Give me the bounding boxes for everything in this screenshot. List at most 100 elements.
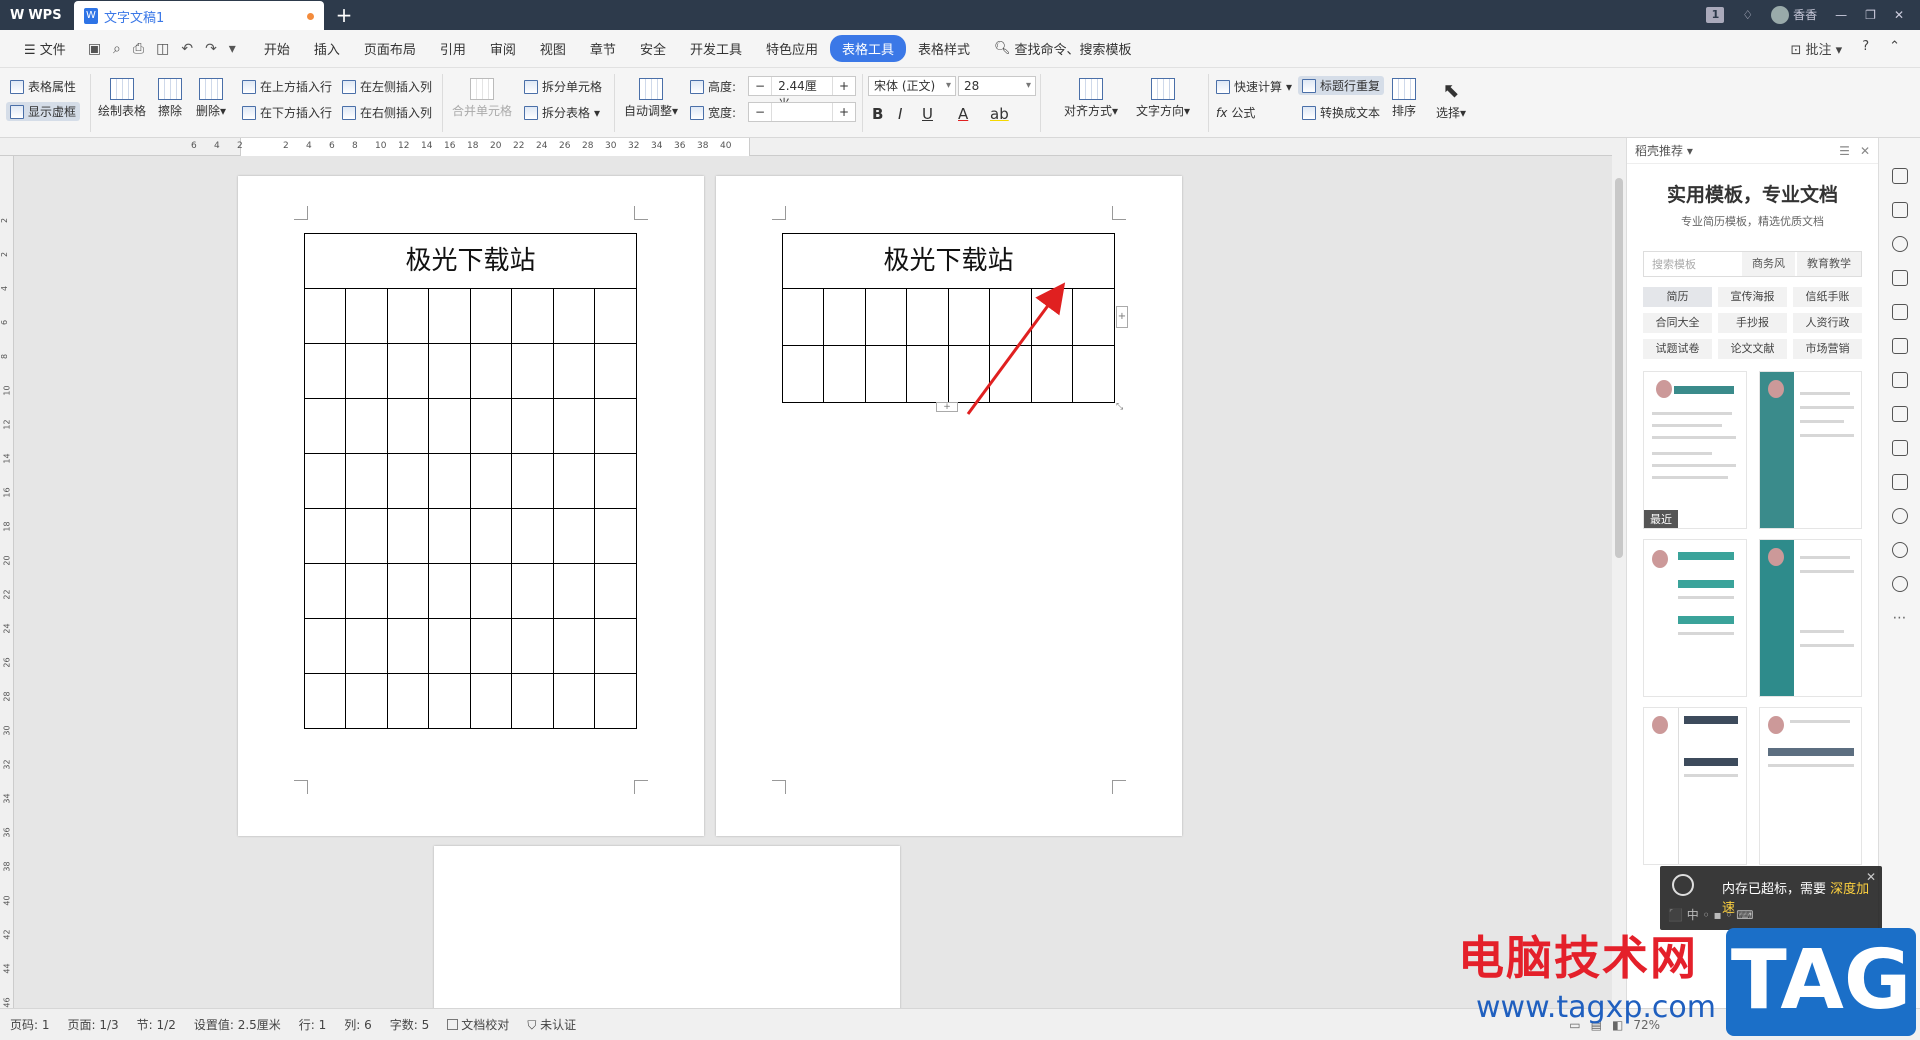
template-thumbnail[interactable] [1758, 707, 1862, 865]
table-cell[interactable] [1072, 288, 1115, 346]
show-gridlines-button[interactable]: 显示虚框 [6, 102, 81, 121]
table-cell[interactable] [386, 288, 430, 344]
table-cell[interactable] [823, 288, 866, 346]
table-cell[interactable] [303, 398, 347, 454]
table-title-cell[interactable]: 极光下载站 [304, 233, 637, 289]
share-icon[interactable] [1891, 406, 1908, 422]
underline-button[interactable]: U [922, 105, 933, 123]
table-cell[interactable] [428, 453, 471, 509]
table-cell[interactable] [345, 288, 388, 344]
row-height-value[interactable]: 2.44厘米 [771, 77, 833, 111]
page-3[interactable] [434, 846, 900, 1008]
template-thumbnail[interactable] [1758, 371, 1862, 529]
insert-row-below-button[interactable]: 在下方插入行 [242, 104, 332, 121]
formula-button[interactable]: fx 公式 [1216, 104, 1255, 121]
table-cell[interactable] [864, 288, 908, 346]
template-category[interactable]: 宣传海报 [1718, 287, 1787, 307]
vertical-scrollbar[interactable] [1612, 138, 1626, 1008]
table-properties-button[interactable]: 表格属性 [10, 78, 76, 95]
template-thumbnail[interactable] [1758, 539, 1862, 697]
table-cell[interactable] [428, 288, 471, 344]
table-cell[interactable] [511, 453, 554, 509]
table-cell[interactable] [947, 288, 991, 346]
template-category[interactable]: 手抄报 [1718, 313, 1787, 333]
increase-height-button[interactable]: + [833, 79, 855, 93]
page-1[interactable]: 极光下载站 [238, 176, 704, 836]
menu-tab-7[interactable]: 安全 [628, 35, 678, 62]
panel-close-icon[interactable]: ✕ [1860, 144, 1870, 158]
table-cell[interactable] [345, 453, 388, 509]
table-cell[interactable] [1030, 345, 1074, 403]
font-color-button[interactable]: A [958, 105, 968, 123]
table-cell[interactable] [303, 453, 347, 509]
quick-calc-button[interactable]: 快速计算 ▾ [1216, 78, 1292, 95]
table-cell[interactable] [386, 508, 430, 564]
increase-width-button[interactable]: + [833, 105, 855, 119]
notification-close-icon[interactable]: ✕ [1866, 870, 1876, 884]
table-cell[interactable] [511, 673, 554, 729]
file-menu[interactable]: ☰ 文件 [12, 35, 78, 62]
table-cell[interactable] [303, 343, 347, 399]
table-cell[interactable] [511, 563, 554, 619]
print-icon[interactable]: ⎙ [133, 41, 144, 57]
page-2-table[interactable]: 极光下载站 [781, 233, 1115, 403]
template-search-input[interactable]: 搜索模板 [1644, 256, 1740, 272]
layers-icon[interactable] [1891, 372, 1908, 388]
menu-tab-4[interactable]: 审阅 [478, 35, 528, 62]
table-cell[interactable] [386, 673, 430, 729]
table-cell[interactable] [303, 673, 347, 729]
help-circle-icon[interactable] [1891, 576, 1908, 592]
table-cell[interactable] [469, 398, 513, 454]
pen-icon[interactable] [1891, 168, 1908, 184]
row-height-stepper[interactable]: −2.44厘米+ [748, 76, 856, 111]
add-row-button[interactable]: + [936, 402, 958, 412]
menu-tab-3[interactable]: 引用 [428, 35, 478, 62]
table-cell[interactable] [594, 508, 637, 564]
decrease-width-button[interactable]: − [749, 105, 771, 119]
wps-home-tab[interactable]: W WPS [0, 0, 74, 30]
comment-button[interactable]: ⊡ 批注 ▾ [1790, 39, 1842, 58]
table-cell[interactable] [947, 345, 991, 403]
menu-tab-10[interactable]: 表格工具 [829, 35, 906, 62]
format-painter-icon[interactable]: ⌕ [113, 41, 121, 57]
table-cell[interactable] [906, 288, 949, 346]
settings-sliders-icon[interactable] [1891, 338, 1908, 354]
menu-tab-2[interactable]: 页面布局 [352, 35, 428, 62]
menu-tab-0[interactable]: 开始 [252, 35, 302, 62]
menu-tab-11[interactable]: 表格样式 [906, 35, 982, 62]
table-cell[interactable] [345, 343, 388, 399]
collapse-ribbon-icon[interactable]: ⌃ [1889, 39, 1900, 58]
help-button[interactable]: ? [1862, 39, 1869, 58]
table-cell[interactable] [428, 343, 471, 399]
table-cell[interactable] [552, 343, 596, 399]
table-cell[interactable] [345, 508, 388, 564]
table-cell[interactable] [428, 398, 471, 454]
table-cell[interactable] [1072, 345, 1115, 403]
restore-icon[interactable]: ❐ [1865, 8, 1876, 22]
template-icon[interactable] [1891, 508, 1908, 524]
decrease-height-button[interactable]: − [749, 79, 771, 93]
table-cell[interactable] [469, 453, 513, 509]
document-tab[interactable]: W 文字文稿1 [74, 1, 324, 31]
insert-column-left-button[interactable]: 在左侧插入列 [342, 78, 432, 95]
tag-education[interactable]: 教育教学 [1797, 252, 1861, 276]
table-cell[interactable] [428, 618, 471, 674]
table-cell[interactable] [386, 398, 430, 454]
style-icon[interactable] [1891, 270, 1908, 286]
table-cell[interactable] [552, 673, 596, 729]
table-cell[interactable] [594, 673, 637, 729]
table-cell[interactable] [989, 288, 1032, 346]
column-width-value[interactable] [771, 103, 833, 121]
table-cell[interactable] [469, 618, 513, 674]
insert-column-right-button[interactable]: 在右侧插入列 [342, 104, 432, 121]
new-tab-button[interactable]: + [324, 3, 364, 27]
text-direction-button[interactable]: 文字方向▾ [1136, 78, 1190, 119]
table-cell[interactable] [386, 453, 430, 509]
alignment-button[interactable]: 对齐方式▾ [1064, 78, 1118, 119]
table-cell[interactable] [345, 398, 388, 454]
redo-icon[interactable]: ↷ [205, 41, 217, 57]
panel-menu-icon[interactable]: ☰ [1839, 144, 1850, 158]
minimize-icon[interactable]: — [1835, 8, 1847, 22]
status-setting[interactable]: 设置值: 2.5厘米 [194, 1016, 281, 1033]
table-cell[interactable] [303, 563, 347, 619]
